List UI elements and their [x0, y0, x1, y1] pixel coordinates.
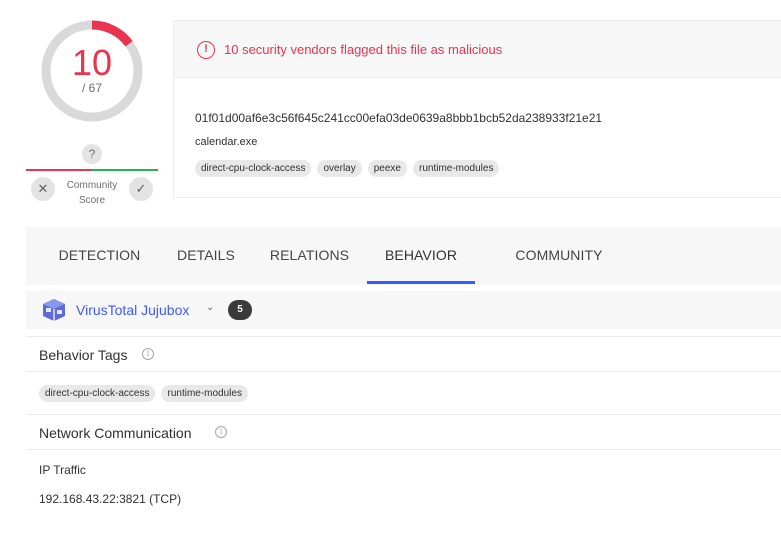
- tab-community[interactable]: COMMUNITY: [504, 227, 614, 285]
- section-title: Behavior Tags: [39, 347, 128, 363]
- file-tag[interactable]: direct-cpu-clock-access: [195, 160, 312, 177]
- behavior-tags-list: direct-cpu-clock-access runtime-modules: [39, 385, 248, 402]
- community-score-label: Community Score: [60, 178, 124, 208]
- info-icon[interactable]: i: [142, 348, 154, 360]
- sandbox-count-badge: 5: [228, 300, 252, 320]
- malicious-alert: ! 10 security vendors flagged this file …: [174, 21, 781, 78]
- behavior-tag[interactable]: runtime-modules: [161, 385, 248, 402]
- file-summary-card: ! 10 security vendors flagged this file …: [173, 20, 781, 198]
- file-hash[interactable]: 01f01d00af6e3c56f645c241cc00efa03de0639a…: [195, 111, 602, 125]
- community-bar-positive: [92, 169, 158, 171]
- file-name: calendar.exe: [195, 136, 258, 148]
- behavior-tags-header: Behavior Tags i: [26, 336, 781, 372]
- file-tag[interactable]: runtime-modules: [412, 160, 500, 177]
- chevron-down-icon[interactable]: ⌄: [206, 302, 214, 313]
- info-icon[interactable]: i: [215, 426, 227, 438]
- sandbox-name[interactable]: VirusTotal Jujubox: [76, 301, 189, 319]
- ip-traffic-entry: 192.168.43.22:3821 (TCP): [39, 492, 182, 506]
- community-score: ? ✕ Community Score ✓: [26, 144, 158, 208]
- question-icon: ?: [82, 144, 102, 164]
- file-tags: direct-cpu-clock-access overlay peexe ru…: [195, 160, 500, 177]
- file-tag[interactable]: overlay: [317, 160, 362, 177]
- community-bar-negative: [26, 169, 92, 171]
- behavior-tag[interactable]: direct-cpu-clock-access: [39, 385, 156, 402]
- community-label-line1: Community: [66, 180, 118, 191]
- tab-behavior[interactable]: BEHAVIOR: [367, 227, 475, 285]
- tab-relations[interactable]: RELATIONS: [262, 227, 357, 285]
- section-title: Network Communication: [39, 425, 192, 441]
- vote-harmless-button[interactable]: ✓: [129, 177, 153, 201]
- close-icon: ✕: [37, 181, 49, 196]
- check-icon: ✓: [135, 181, 147, 196]
- detection-score-ring: 10 / 67: [40, 19, 144, 123]
- sandbox-selector[interactable]: VirusTotal Jujubox ⌄ 5: [26, 291, 781, 329]
- tab-details[interactable]: DETAILS: [166, 227, 246, 285]
- network-communication-header: Network Communication i: [26, 414, 781, 450]
- vote-malicious-button[interactable]: ✕: [31, 177, 55, 201]
- detection-count: 10: [71, 42, 113, 83]
- ip-traffic-title: IP Traffic: [39, 463, 86, 477]
- alert-text: 10 security vendors flagged this file as…: [224, 42, 503, 57]
- alert-icon: !: [197, 41, 215, 59]
- active-tab-indicator: [367, 281, 475, 284]
- report-tabs: DETECTION DETAILS RELATIONS BEHAVIOR COM…: [26, 227, 781, 285]
- file-tag[interactable]: peexe: [367, 160, 407, 177]
- engine-total: / 67: [81, 81, 102, 95]
- community-label-line2: Score: [78, 195, 106, 206]
- tab-detection[interactable]: DETECTION: [51, 227, 148, 285]
- cube-icon: [43, 299, 65, 321]
